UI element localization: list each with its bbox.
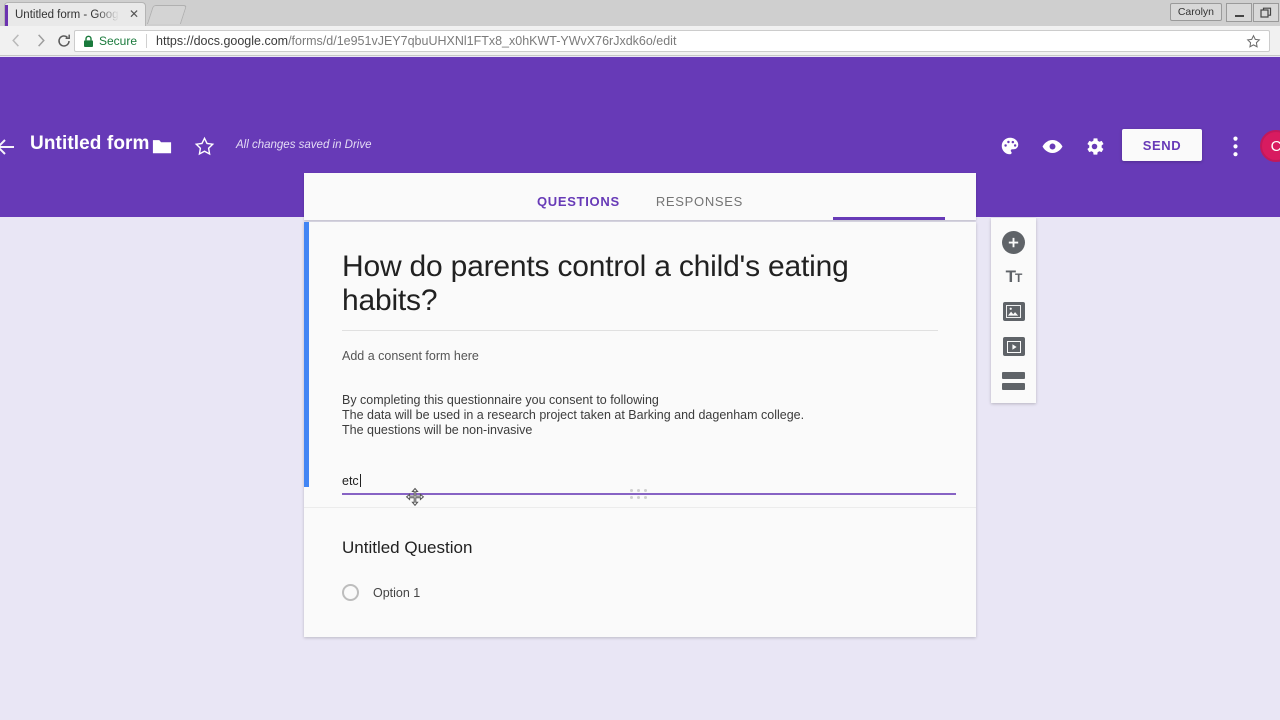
send-button[interactable]: SEND xyxy=(1122,129,1202,161)
description-line: By completing this questionnaire you con… xyxy=(342,393,659,407)
form-description-text[interactable]: By completing this questionnaire you con… xyxy=(342,393,938,438)
browser-tab[interactable]: Untitled form - Google F ✕ xyxy=(4,2,146,27)
add-video-icon xyxy=(1002,337,1025,357)
star-form-icon[interactable] xyxy=(192,134,216,158)
lock-icon xyxy=(83,35,94,48)
window-minimize-button[interactable] xyxy=(1226,3,1252,22)
tab-close-icon[interactable]: ✕ xyxy=(129,8,139,20)
preview-eye-icon[interactable] xyxy=(1040,134,1064,158)
url-scheme-host: https:// xyxy=(156,34,194,48)
drag-handle-icon[interactable] xyxy=(630,489,648,500)
add-item-toolbar: TT xyxy=(991,218,1036,403)
restore-icon xyxy=(1260,7,1272,18)
add-video-button[interactable] xyxy=(1001,334,1027,360)
form-title-text[interactable]: How do parents control a child's eating … xyxy=(342,250,938,330)
option-row[interactable]: Option 1 xyxy=(342,584,938,601)
arrow-back-icon xyxy=(0,139,14,155)
reload-icon xyxy=(58,34,70,47)
question-card[interactable]: Untitled Question Option 1 xyxy=(304,508,976,637)
window-profile-button[interactable]: Carolyn xyxy=(1169,3,1222,21)
omnibox-separator xyxy=(146,34,148,48)
form-body-card: How do parents control a child's eating … xyxy=(304,222,976,637)
description-edit-field[interactable]: etc xyxy=(342,472,956,495)
description-line: The questions will be non-invasive xyxy=(342,423,533,437)
field-focus-underline xyxy=(342,493,956,495)
more-options-icon[interactable] xyxy=(1224,134,1246,158)
active-section-accent-bar xyxy=(304,222,309,487)
add-image-icon xyxy=(1002,302,1025,322)
window-restore-button[interactable] xyxy=(1253,3,1279,22)
save-status-label: All changes saved in Drive xyxy=(236,139,372,151)
browser-back-button[interactable] xyxy=(4,29,28,53)
tab-questions[interactable]: QUESTIONS xyxy=(519,194,638,220)
add-title-icon: TT xyxy=(1005,267,1023,287)
form-container: QUESTIONS RESPONSES How do parents contr… xyxy=(304,173,976,637)
title-divider xyxy=(342,330,938,331)
bookmark-star-icon[interactable] xyxy=(1246,34,1261,54)
theme-palette-icon[interactable] xyxy=(998,134,1022,158)
move-cursor-icon xyxy=(404,487,426,514)
browser-forward-button[interactable] xyxy=(28,29,52,53)
forms-back-button[interactable] xyxy=(0,135,18,164)
arrow-left-icon xyxy=(11,34,19,47)
settings-gear-icon[interactable] xyxy=(1082,134,1106,158)
tab-accent-stripe xyxy=(5,5,8,27)
add-title-button[interactable]: TT xyxy=(1001,265,1027,291)
browser-tabstrip: Untitled form - Google F ✕ xyxy=(0,0,1280,27)
description-edit-value: etc xyxy=(342,474,359,488)
browser-reload-button[interactable] xyxy=(52,29,76,53)
address-bar[interactable]: Secure https://docs.google.com/forms/d/1… xyxy=(74,30,1270,52)
text-cursor xyxy=(359,474,361,487)
user-avatar[interactable]: C xyxy=(1260,130,1280,162)
radio-button-icon[interactable] xyxy=(342,584,359,601)
form-tabs: QUESTIONS RESPONSES xyxy=(304,173,976,220)
arrow-right-icon xyxy=(37,34,45,47)
form-title-header[interactable]: Untitled form xyxy=(30,133,150,155)
add-section-icon xyxy=(1002,372,1025,391)
tab-active-underline xyxy=(833,217,945,220)
description-line: The data will be used in a research proj… xyxy=(342,408,805,422)
add-section-button[interactable] xyxy=(1001,368,1027,394)
url-path: /forms/d/1e951vJEY7qbuUHXNl1FTx8_x0hKWT-… xyxy=(288,34,677,48)
form-header-section[interactable]: How do parents control a child's eating … xyxy=(304,222,976,438)
add-question-icon xyxy=(1002,231,1025,255)
secure-label: Secure xyxy=(99,34,138,48)
new-tab-button[interactable] xyxy=(146,5,188,24)
move-to-folder-icon[interactable] xyxy=(150,135,174,157)
browser-tab-title: Untitled form - Google F xyxy=(15,8,119,21)
option-label[interactable]: Option 1 xyxy=(373,586,420,600)
browser-chrome: Untitled form - Google F ✕ Carolyn xyxy=(0,0,1280,27)
add-question-button[interactable] xyxy=(1001,230,1027,256)
address-bar-url: https://docs.google.com/forms/d/1e951vJE… xyxy=(156,34,676,48)
url-host: docs.google.com xyxy=(193,34,289,48)
question-title[interactable]: Untitled Question xyxy=(342,538,938,558)
browser-toolbar: Secure https://docs.google.com/forms/d/1… xyxy=(0,26,1280,56)
tab-responses[interactable]: RESPONSES xyxy=(638,194,761,220)
form-subtitle-text[interactable]: Add a consent form here xyxy=(342,349,938,393)
add-image-button[interactable] xyxy=(1001,299,1027,325)
